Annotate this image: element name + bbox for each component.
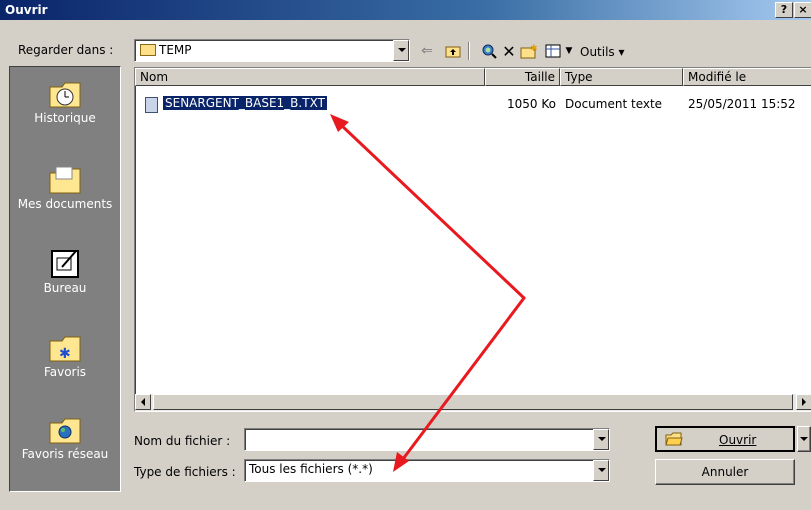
annotation-arrow-to-file <box>338 122 526 300</box>
annotation-arrows <box>330 114 526 472</box>
annotation-arrow-to-filetype <box>398 296 526 465</box>
